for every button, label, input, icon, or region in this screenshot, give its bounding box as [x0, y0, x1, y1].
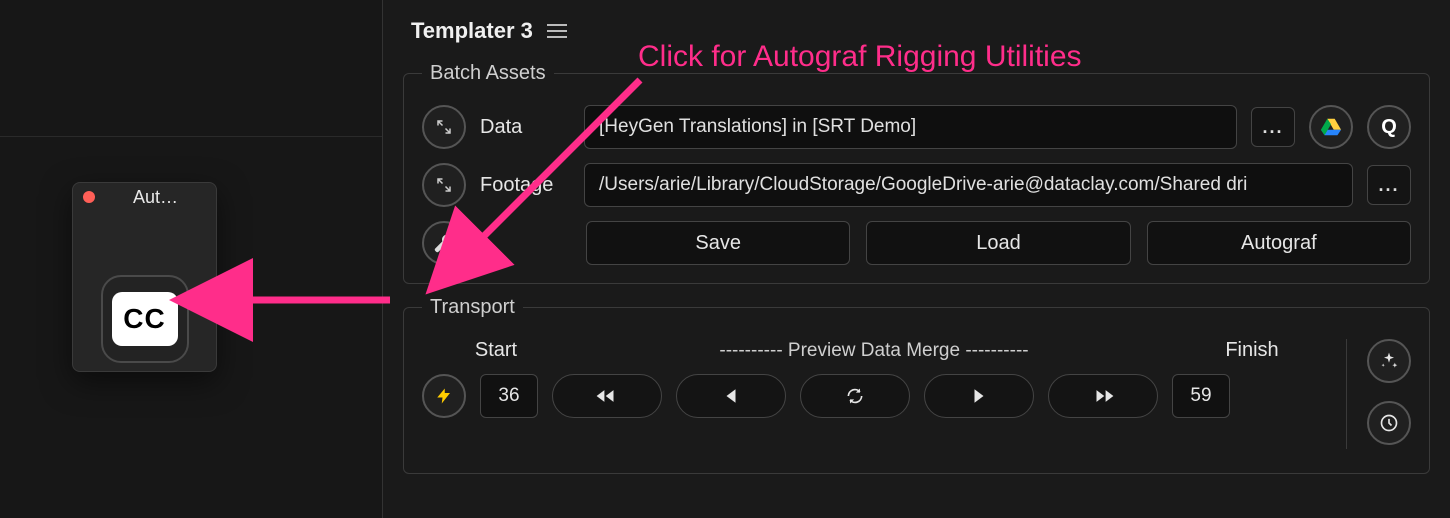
google-drive-button[interactable]: [1309, 105, 1353, 149]
prev-icon: [722, 387, 740, 405]
data-field[interactable]: [HeyGen Translations] in [SRT Demo]: [584, 105, 1237, 149]
vertical-divider: [1346, 339, 1347, 449]
refresh-data-button[interactable]: [422, 105, 466, 149]
mini-titlebar[interactable]: Aut…: [73, 183, 216, 211]
google-drive-icon: [1320, 116, 1342, 138]
play-icon: [970, 387, 988, 405]
preview-label: ---------- Preview Data Merge ----------: [566, 340, 1182, 362]
sparkle-icon: [1379, 351, 1399, 371]
refresh-footage-button[interactable]: [422, 163, 466, 207]
expand-arrows-icon: [435, 118, 453, 136]
q-icon: Q: [1381, 116, 1397, 139]
clock-icon: [1379, 413, 1399, 433]
data-browse-button[interactable]: ...: [1251, 107, 1295, 147]
footage-field[interactable]: /Users/arie/Library/CloudStorage/GoogleD…: [584, 163, 1353, 207]
templater-panel: Templater 3 Batch Assets Data [HeyGen Tr…: [382, 0, 1450, 518]
dock-area: Aut… CC: [0, 0, 382, 518]
bolt-button[interactable]: [422, 374, 466, 418]
transport-group: Transport Start ---------- Preview Data …: [403, 296, 1430, 474]
panel-header: Templater 3: [383, 0, 1450, 50]
divider: [0, 136, 382, 137]
footage-row: Footage /Users/arie/Library/CloudStorage…: [422, 163, 1411, 207]
fastforward-button[interactable]: [1048, 374, 1158, 418]
bolt-icon: [435, 385, 453, 407]
q-button[interactable]: Q: [1367, 105, 1411, 149]
cc-button[interactable]: CC: [101, 275, 189, 363]
prev-button[interactable]: [676, 374, 786, 418]
finish-value[interactable]: 59: [1172, 374, 1230, 418]
batch-assets-group: Batch Assets Data [HeyGen Translations] …: [403, 62, 1430, 284]
finish-label: Finish: [1182, 339, 1322, 362]
wrench-icon: [434, 233, 454, 253]
mini-panel-title: Aut…: [105, 187, 206, 208]
expand-arrows-icon: [435, 176, 453, 194]
transport-side-buttons: [1367, 339, 1411, 449]
panel-menu-icon[interactable]: [547, 24, 567, 38]
cc-icon: CC: [112, 292, 178, 346]
autograf-button[interactable]: Autograf: [1147, 221, 1411, 265]
close-icon[interactable]: [83, 191, 95, 203]
save-button[interactable]: Save: [586, 221, 850, 265]
fastforward-icon: [1090, 387, 1116, 405]
rewind-button[interactable]: [552, 374, 662, 418]
transport-head: Start ---------- Preview Data Merge ----…: [422, 339, 1326, 374]
footage-label: Footage: [480, 174, 570, 197]
footage-browse-button[interactable]: ...: [1367, 165, 1411, 205]
data-label: Data: [480, 116, 570, 139]
next-button[interactable]: [924, 374, 1034, 418]
transport-legend: Transport: [422, 296, 523, 319]
wrench-button[interactable]: [422, 221, 466, 265]
autograf-tool-panel: Aut… CC: [72, 182, 217, 372]
cycle-icon: [845, 386, 865, 406]
actions-row: Save Load Autograf: [422, 221, 1411, 265]
start-label: Start: [426, 339, 566, 362]
panel-title: Templater 3: [411, 18, 533, 44]
data-row: Data [HeyGen Translations] in [SRT Demo]…: [422, 105, 1411, 149]
load-button[interactable]: Load: [866, 221, 1130, 265]
refresh-merge-button[interactable]: [800, 374, 910, 418]
transport-controls: 36 59: [422, 374, 1326, 418]
rewind-icon: [594, 387, 620, 405]
start-value[interactable]: 36: [480, 374, 538, 418]
sparkle-button[interactable]: [1367, 339, 1411, 383]
batch-assets-legend: Batch Assets: [422, 62, 554, 85]
clock-button[interactable]: [1367, 401, 1411, 445]
